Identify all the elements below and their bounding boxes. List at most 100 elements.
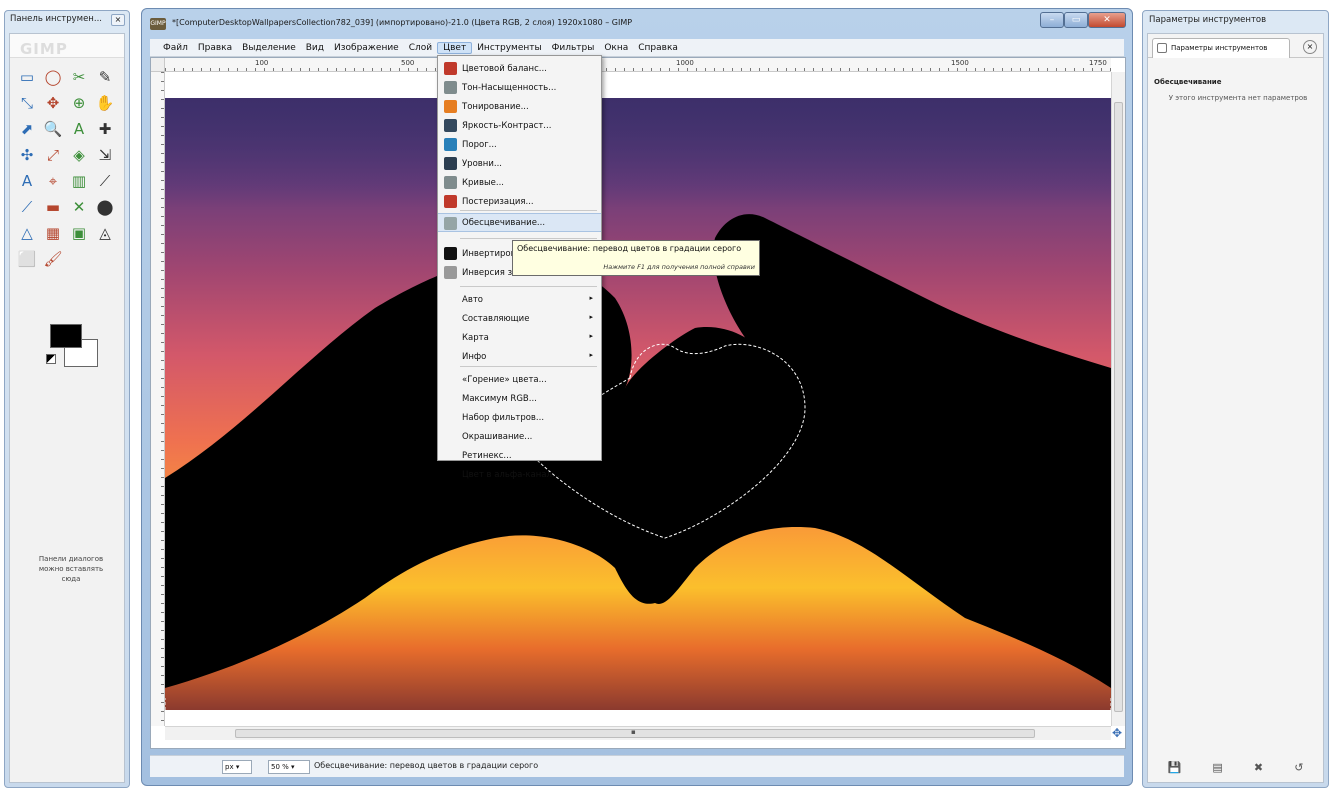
tool-button-icon[interactable]: ⬈ <box>16 118 38 140</box>
menu-separator <box>460 366 597 367</box>
canvas-image[interactable] <box>165 98 1111 710</box>
tool-button-icon[interactable]: ▭ <box>16 66 38 88</box>
desaturate-icon <box>444 217 457 230</box>
vertical-scroll-thumb[interactable] <box>1114 102 1123 712</box>
tool-button-icon[interactable]: 🖌 <box>42 248 64 270</box>
minimize-button[interactable]: – <box>1040 12 1064 28</box>
menu-item[interactable]: Вид <box>301 43 329 53</box>
tool-button-icon[interactable]: ◈ <box>68 144 90 166</box>
dock-tab-close-icon[interactable]: × <box>1303 40 1317 54</box>
menu-bar: Файл Правка Выделение Вид Изображение Слой Цве… <box>150 39 1124 57</box>
colors-menu-item-label: Авто <box>462 294 483 305</box>
delete-options-icon[interactable]: ✖ <box>1254 761 1263 774</box>
toolbox-close-button[interactable]: × <box>111 14 125 26</box>
restore-options-icon[interactable]: ▤ <box>1212 761 1222 774</box>
tool-button-icon[interactable]: ⬤ <box>94 196 116 218</box>
tool-button-icon[interactable]: ⬜ <box>16 248 38 270</box>
tool-button-icon[interactable]: ✣ <box>16 144 38 166</box>
tool-button-icon[interactable]: ✥ <box>42 92 64 114</box>
menu-item[interactable]: Справка <box>633 43 683 53</box>
tool-button-icon[interactable]: A <box>68 118 90 140</box>
tool-button-icon[interactable]: ◬ <box>94 222 116 244</box>
tool-button-icon[interactable]: ▣ <box>68 222 90 244</box>
tool-button-icon[interactable]: ✋ <box>94 92 116 114</box>
tool-button-icon[interactable]: ▥ <box>68 170 90 192</box>
colors-menu-item[interactable]: Ретинекс... <box>438 446 601 465</box>
colors-menu-item[interactable]: Максимум RGB... <box>438 389 601 408</box>
tool-button-icon[interactable]: △ <box>16 222 38 244</box>
unit-value: px <box>225 763 234 771</box>
colors-menu-item[interactable]: Инфо ▸ <box>438 347 601 366</box>
canvas-area: 100 500 1000 1500 1750 ▪ ✥ <box>150 57 1126 749</box>
tool-button-icon[interactable]: ⤡ <box>16 92 38 114</box>
close-button[interactable]: ✕ <box>1088 12 1126 28</box>
foreground-color-swatch[interactable] <box>50 324 82 348</box>
reset-options-icon[interactable]: ↺ <box>1294 761 1303 774</box>
default-colors-icon[interactable] <box>46 354 56 364</box>
unit-selector[interactable]: px ▾ <box>222 760 252 774</box>
colors-menu-item[interactable]: Авто ▸ <box>438 290 601 309</box>
tool-button-icon[interactable]: ✕ <box>68 196 90 218</box>
threshold-icon <box>444 138 457 151</box>
hands-heart-silhouette <box>165 214 1111 710</box>
menu-item[interactable]: Изображение <box>329 43 404 53</box>
ruler-label: 500 <box>401 59 415 67</box>
tool-button-icon[interactable]: ⌖ <box>42 170 64 192</box>
colors-menu-item[interactable]: Карта ▸ <box>438 328 601 347</box>
colors-menu-item-label: Карта <box>462 332 489 343</box>
tool-button-icon[interactable]: ⊕ <box>68 92 90 114</box>
tool-button-icon[interactable]: ⟋ <box>16 196 38 218</box>
colors-menu-item[interactable]: Порог... <box>438 135 601 154</box>
navigate-icon[interactable]: ✥ <box>1111 726 1123 740</box>
gimp-logo: GIMP <box>20 40 68 58</box>
colors-menu-item[interactable]: Кривые... <box>438 173 601 192</box>
colors-menu-item[interactable]: Окрашивание... <box>438 427 601 446</box>
colors-menu-item[interactable]: Составляющие ▸ <box>438 309 601 328</box>
horizontal-scrollbar[interactable]: ▪ <box>165 726 1111 740</box>
tool-button-icon[interactable]: ⤢ <box>42 144 64 166</box>
tool-options-message: У этого инструмента нет параметров <box>1168 94 1308 102</box>
tool-button-icon[interactable]: ✚ <box>94 118 116 140</box>
menu-item[interactable]: Инструменты <box>472 43 546 53</box>
tool-button-icon[interactable]: ▬ <box>42 196 64 218</box>
colors-menu-item[interactable]: Цвет в альфа-канал... <box>438 465 601 484</box>
tab-tool-options[interactable]: Параметры инструментов <box>1152 38 1290 58</box>
menu-item[interactable]: Окна <box>599 43 633 53</box>
tool-button-icon[interactable]: ▦ <box>42 222 64 244</box>
colors-menu-item[interactable]: Цветовой баланс... <box>438 59 601 78</box>
menu-item[interactable]: Слой <box>404 43 437 53</box>
tool-button-icon[interactable]: ⟋ <box>94 170 116 192</box>
colors-menu-item-label: Цвет в альфа-канал... <box>462 469 561 480</box>
tool-button-icon[interactable]: 🔍 <box>42 118 64 140</box>
tool-button-icon[interactable]: ⇲ <box>94 144 116 166</box>
colors-menu-item[interactable]: «Горение» цвета... <box>438 370 601 389</box>
toolbox-header: GIMP <box>10 34 124 58</box>
maximize-button[interactable]: ▭ <box>1064 12 1088 28</box>
colors-menu-item[interactable]: Тонирование... <box>438 97 601 116</box>
tool-button-icon[interactable]: A <box>16 170 38 192</box>
colors-menu-item-label: Окрашивание... <box>462 431 533 442</box>
menu-item[interactable]: Цвет <box>437 41 473 54</box>
tool-button-icon[interactable]: ✎ <box>94 66 116 88</box>
menu-item[interactable]: Фильтры <box>547 43 600 53</box>
horizontal-ruler[interactable]: 100 500 1000 1500 1750 <box>165 58 1111 72</box>
colors-menu-item[interactable]: Набор фильтров... <box>438 408 601 427</box>
dock-title: Параметры инструментов <box>1149 15 1267 25</box>
menu-item[interactable]: Выделение <box>237 43 301 53</box>
colors-menu-item[interactable]: Уровни... <box>438 154 601 173</box>
tool-button-icon[interactable]: ✂ <box>68 66 90 88</box>
vertical-scrollbar[interactable] <box>1111 72 1125 726</box>
colors-menu-item[interactable]: Обесцвечивание... <box>438 213 601 232</box>
colors-menu-item[interactable]: Постеризация... <box>438 192 601 211</box>
tool-button-icon[interactable]: ◯ <box>42 66 64 88</box>
colors-menu-item[interactable]: Яркость-Контраст... <box>438 116 601 135</box>
menu-item[interactable]: Файл <box>158 43 193 53</box>
colors-menu-item[interactable]: Тон-Насыщенность... <box>438 78 601 97</box>
dock-hint-text: Панели диалогов можно вставлять сюда <box>38 555 104 583</box>
zoom-selector[interactable]: 50 % ▾ <box>268 760 310 774</box>
menu-item[interactable]: Правка <box>193 43 237 53</box>
tool-options-icon <box>1157 43 1167 53</box>
quick-mask-toggle[interactable] <box>151 58 165 72</box>
save-options-icon[interactable]: 💾 <box>1168 761 1182 774</box>
vertical-ruler[interactable] <box>151 72 165 726</box>
